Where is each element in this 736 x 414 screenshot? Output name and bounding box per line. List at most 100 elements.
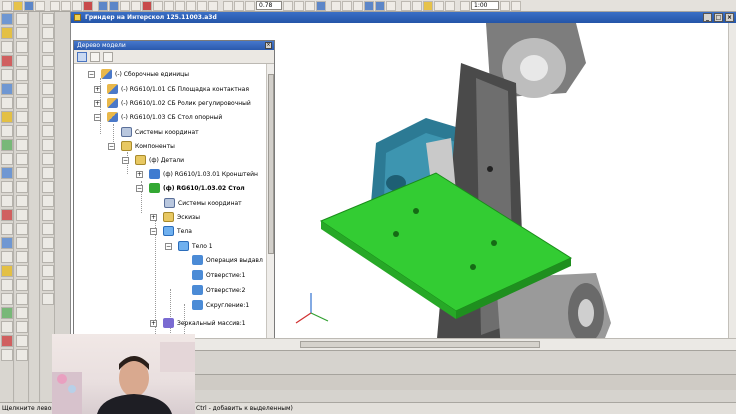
- aux-angle-icon[interactable]: [41, 111, 54, 123]
- rib-icon[interactable]: [0, 167, 13, 179]
- step-field[interactable]: 1:00: [471, 1, 499, 10]
- param-2d-icon[interactable]: [15, 335, 28, 347]
- perspective-icon[interactable]: [386, 0, 396, 11]
- point-icon[interactable]: [15, 13, 28, 25]
- aux-plane-icon[interactable]: [41, 41, 54, 53]
- expand-icon[interactable]: +: [150, 319, 157, 327]
- select2-icon[interactable]: [434, 0, 444, 11]
- tree-item-assemblies[interactable]: − (-) Сборочные единицы: [88, 67, 189, 81]
- aux-mid-icon[interactable]: [41, 139, 54, 151]
- sketch-icon[interactable]: [0, 41, 13, 53]
- tree-item-body-1[interactable]: − Тело 1: [165, 239, 213, 253]
- ortho-icon[interactable]: [460, 0, 470, 11]
- collapse-icon[interactable]: −: [122, 156, 129, 164]
- spec-icon[interactable]: [0, 307, 13, 319]
- rotate-2d-icon[interactable]: [15, 265, 28, 277]
- param-icon[interactable]: [511, 0, 521, 11]
- filter2-icon[interactable]: [412, 0, 422, 11]
- print-icon[interactable]: [35, 0, 45, 11]
- zoom-dropdown-icon[interactable]: [283, 0, 293, 11]
- tools-icon[interactable]: [0, 349, 13, 361]
- shaded-edges-icon[interactable]: [375, 0, 385, 11]
- zoom-in-icon[interactable]: [223, 0, 233, 11]
- aux-fix-icon[interactable]: [41, 279, 54, 291]
- project-icon[interactable]: [15, 321, 28, 333]
- section-icon[interactable]: [0, 209, 13, 221]
- tree-structure-icon[interactable]: [90, 51, 100, 62]
- fx-icon[interactable]: [175, 0, 185, 11]
- viewport-vertical-scrollbar[interactable]: [728, 23, 736, 350]
- round-icon[interactable]: [500, 0, 510, 11]
- tree-item-hole-1[interactable]: Отверстие:1: [192, 268, 245, 282]
- curves-icon[interactable]: [0, 251, 13, 263]
- measure-panel-icon[interactable]: [0, 293, 13, 305]
- library-icon[interactable]: [153, 0, 163, 11]
- tree-item-parts[interactable]: − (ф) Детали: [122, 153, 184, 167]
- tree-item-mirror-array[interactable]: + Зеркальный массив:1: [150, 316, 246, 330]
- tree-item-support-table[interactable]: − (-) RG610/1.03 СБ Стол опорный: [94, 110, 222, 124]
- extrude-icon[interactable]: [0, 55, 13, 67]
- copy-2d-icon[interactable]: [15, 237, 28, 249]
- snap-icon[interactable]: [197, 0, 207, 11]
- sheet-metal-icon[interactable]: [0, 335, 13, 347]
- aux-extend-icon[interactable]: [41, 223, 54, 235]
- save-icon[interactable]: [24, 0, 34, 11]
- aux-geometry-icon[interactable]: [0, 265, 13, 277]
- paste-icon[interactable]: [72, 0, 82, 11]
- document-title-bar[interactable]: Гриндер на Интерскол 125.11003.a3d _ □ ×: [71, 12, 736, 23]
- expand-icon[interactable]: +: [94, 85, 101, 93]
- shell-icon[interactable]: [0, 153, 13, 165]
- chamfer-2d-icon[interactable]: [15, 167, 28, 179]
- undo-icon[interactable]: [98, 0, 108, 11]
- grid-icon[interactable]: [208, 0, 218, 11]
- aux-line-icon[interactable]: [41, 13, 54, 25]
- hatch-icon[interactable]: [15, 181, 28, 193]
- tree-filter-icon[interactable]: [103, 51, 113, 62]
- aux-axis-icon[interactable]: [41, 55, 54, 67]
- open-folder-icon[interactable]: [13, 0, 23, 11]
- fillet-2d-icon[interactable]: [15, 153, 28, 165]
- report-icon[interactable]: [0, 321, 13, 333]
- shaded-icon[interactable]: [364, 0, 374, 11]
- rotation-icon[interactable]: [0, 69, 13, 81]
- tree-item-contact-platform[interactable]: + (-) RG610/1.01 СБ Площадка контактная: [94, 82, 249, 96]
- constraint-icon[interactable]: [15, 209, 28, 221]
- scale-2d-icon[interactable]: [15, 279, 28, 291]
- tree-item-components[interactable]: − Компоненты: [108, 139, 175, 153]
- offset-icon[interactable]: [15, 125, 28, 137]
- text-icon[interactable]: [15, 195, 28, 207]
- chamfer-icon[interactable]: [0, 125, 13, 137]
- zoom-field[interactable]: 0.78: [256, 1, 282, 10]
- mirror-2d-icon[interactable]: [15, 293, 28, 305]
- collapse-icon[interactable]: −: [136, 184, 143, 192]
- model-tree-scrollbar[interactable]: [266, 64, 274, 348]
- spline-icon[interactable]: [15, 111, 28, 123]
- redo-icon[interactable]: [109, 0, 119, 11]
- loft-icon[interactable]: [0, 83, 13, 95]
- tree-item-sketches[interactable]: + Эскизы: [150, 210, 200, 224]
- mirror-icon[interactable]: [0, 181, 13, 193]
- rotate-icon[interactable]: [305, 0, 315, 11]
- split-icon[interactable]: [0, 223, 13, 235]
- expand-icon[interactable]: +: [94, 99, 101, 107]
- aux-collinear-icon[interactable]: [41, 251, 54, 263]
- collapse-icon[interactable]: −: [94, 113, 101, 121]
- maximize-icon[interactable]: □: [714, 13, 723, 22]
- array-icon[interactable]: [0, 195, 13, 207]
- tree-item-extrude[interactable]: Операция выдавл: [192, 253, 263, 267]
- tree-item-part-coordinate-systems[interactable]: Системы координат: [164, 196, 242, 210]
- properties-icon[interactable]: [120, 0, 130, 11]
- aux-point-icon[interactable]: [41, 27, 54, 39]
- compact-panel-icon[interactable]: [0, 13, 13, 25]
- tree-item-fillet[interactable]: Скругление:1: [192, 298, 249, 312]
- zoom-out-icon[interactable]: [234, 0, 244, 11]
- dimension-2d-icon[interactable]: [15, 223, 28, 235]
- move-2d-icon[interactable]: [15, 251, 28, 263]
- tree-item-bracket[interactable]: + (ф) RG610/1.03.01 Кронштейн: [136, 167, 258, 181]
- expand-icon[interactable]: +: [136, 170, 143, 178]
- aux-inter-icon[interactable]: [41, 195, 54, 207]
- filter-icon[interactable]: [401, 0, 411, 11]
- arc-icon[interactable]: [15, 55, 28, 67]
- rectangle-icon[interactable]: [15, 69, 28, 81]
- select-2d-icon[interactable]: [15, 349, 28, 361]
